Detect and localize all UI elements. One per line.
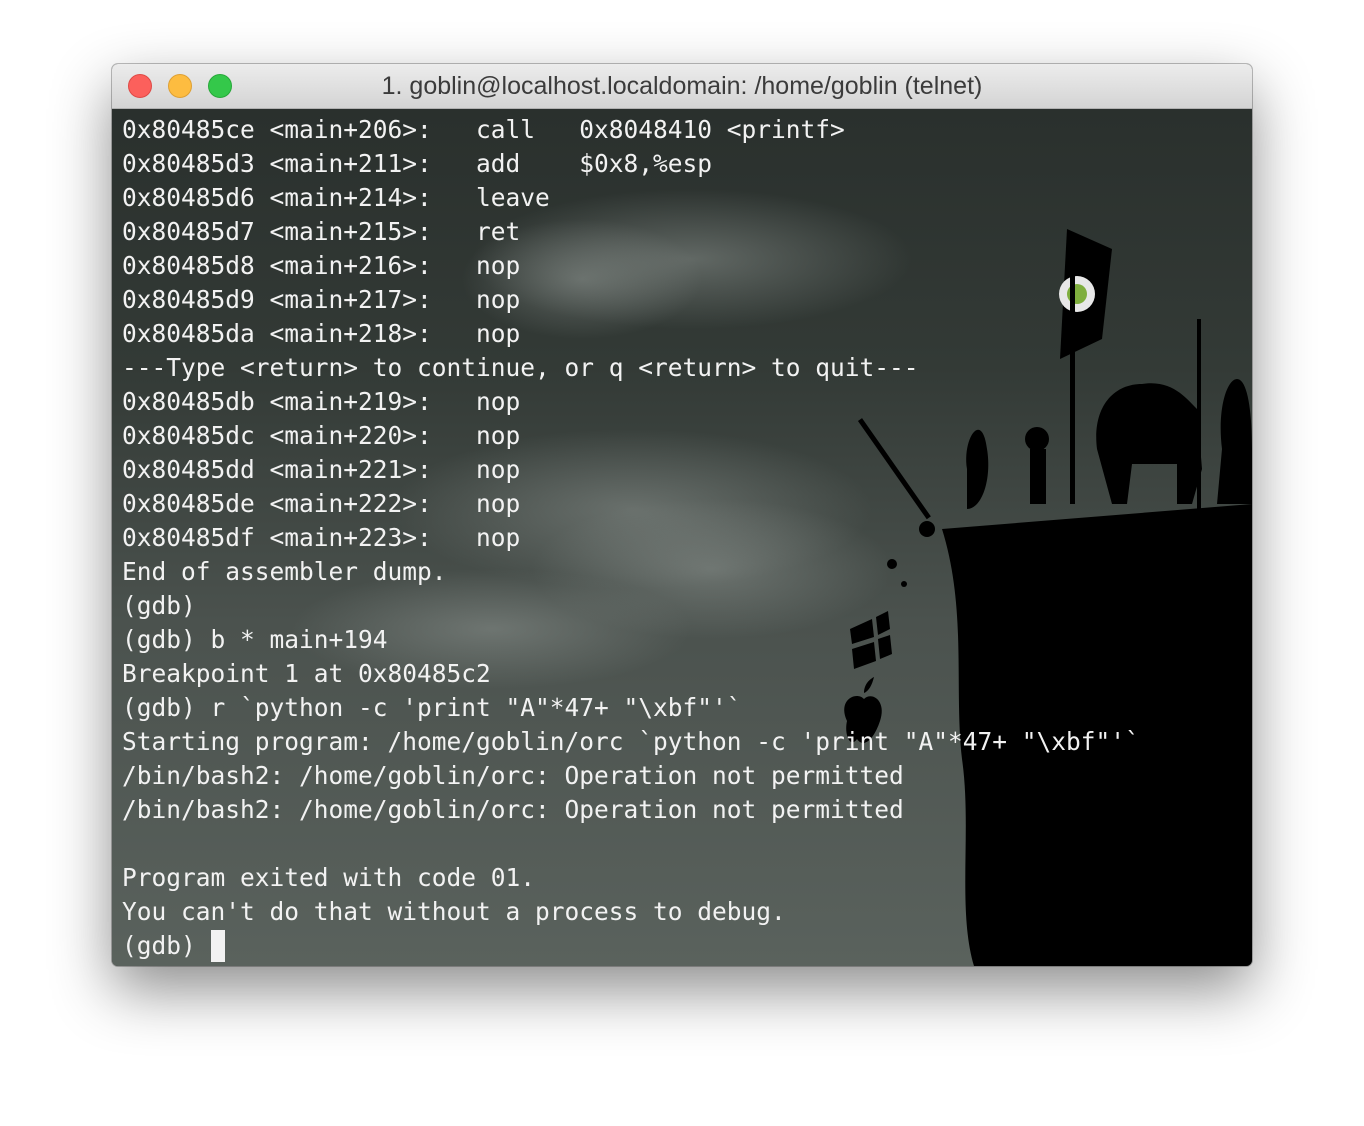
output-line: 0x80485da <main+218>: nop [122, 319, 521, 348]
output-line: You can't do that without a process to d… [122, 897, 786, 926]
output-line: 0x80485de <main+222>: nop [122, 489, 521, 518]
output-line: (gdb) [122, 591, 196, 620]
output-line: 0x80485d3 <main+211>: add $0x8,%esp [122, 149, 713, 178]
output-line: End of assembler dump. [122, 557, 447, 586]
title-bar[interactable]: 1. goblin@localhost.localdomain: /home/g… [112, 64, 1252, 109]
output-line: 0x80485df <main+223>: nop [122, 523, 521, 552]
output-line: Program exited with code 01. [122, 863, 536, 892]
command-line: (gdb) r `python -c 'print "A"*47+ "\xbf"… [122, 693, 742, 722]
terminal-output: 0x80485ce <main+206>: call 0x8048410 <pr… [122, 113, 1140, 963]
output-line: Breakpoint 1 at 0x80485c2 [122, 659, 491, 688]
output-line: 0x80485d9 <main+217>: nop [122, 285, 521, 314]
output-line: 0x80485d7 <main+215>: ret [122, 217, 521, 246]
output-line: 0x80485d6 <main+214>: leave [122, 183, 550, 212]
terminal-window: 1. goblin@localhost.localdomain: /home/g… [112, 64, 1252, 966]
output-line: 0x80485dc <main+220>: nop [122, 421, 521, 450]
output-line: 0x80485db <main+219>: nop [122, 387, 521, 416]
pager-prompt-line: ---Type <return> to continue, or q <retu… [122, 353, 919, 382]
text-cursor [210, 930, 225, 962]
blank-line [122, 827, 1140, 861]
error-line: /bin/bash2: /home/goblin/orc: Operation … [122, 761, 904, 790]
output-line: 0x80485dd <main+221>: nop [122, 455, 521, 484]
terminal-area[interactable]: 0x80485ce <main+206>: call 0x8048410 <pr… [112, 109, 1252, 966]
output-line: 0x80485d8 <main+216>: nop [122, 251, 521, 280]
window-title: 1. goblin@localhost.localdomain: /home/g… [381, 72, 983, 100]
error-line: /bin/bash2: /home/goblin/orc: Operation … [122, 795, 904, 824]
prompt-line[interactable]: (gdb) [122, 929, 1140, 963]
gdb-prompt: (gdb) [122, 931, 211, 960]
output-line: 0x80485ce <main+206>: call 0x8048410 <pr… [122, 115, 845, 144]
command-line: (gdb) b * main+194 [122, 625, 388, 654]
output-line: Starting program: /home/goblin/orc `pyth… [122, 727, 1140, 756]
